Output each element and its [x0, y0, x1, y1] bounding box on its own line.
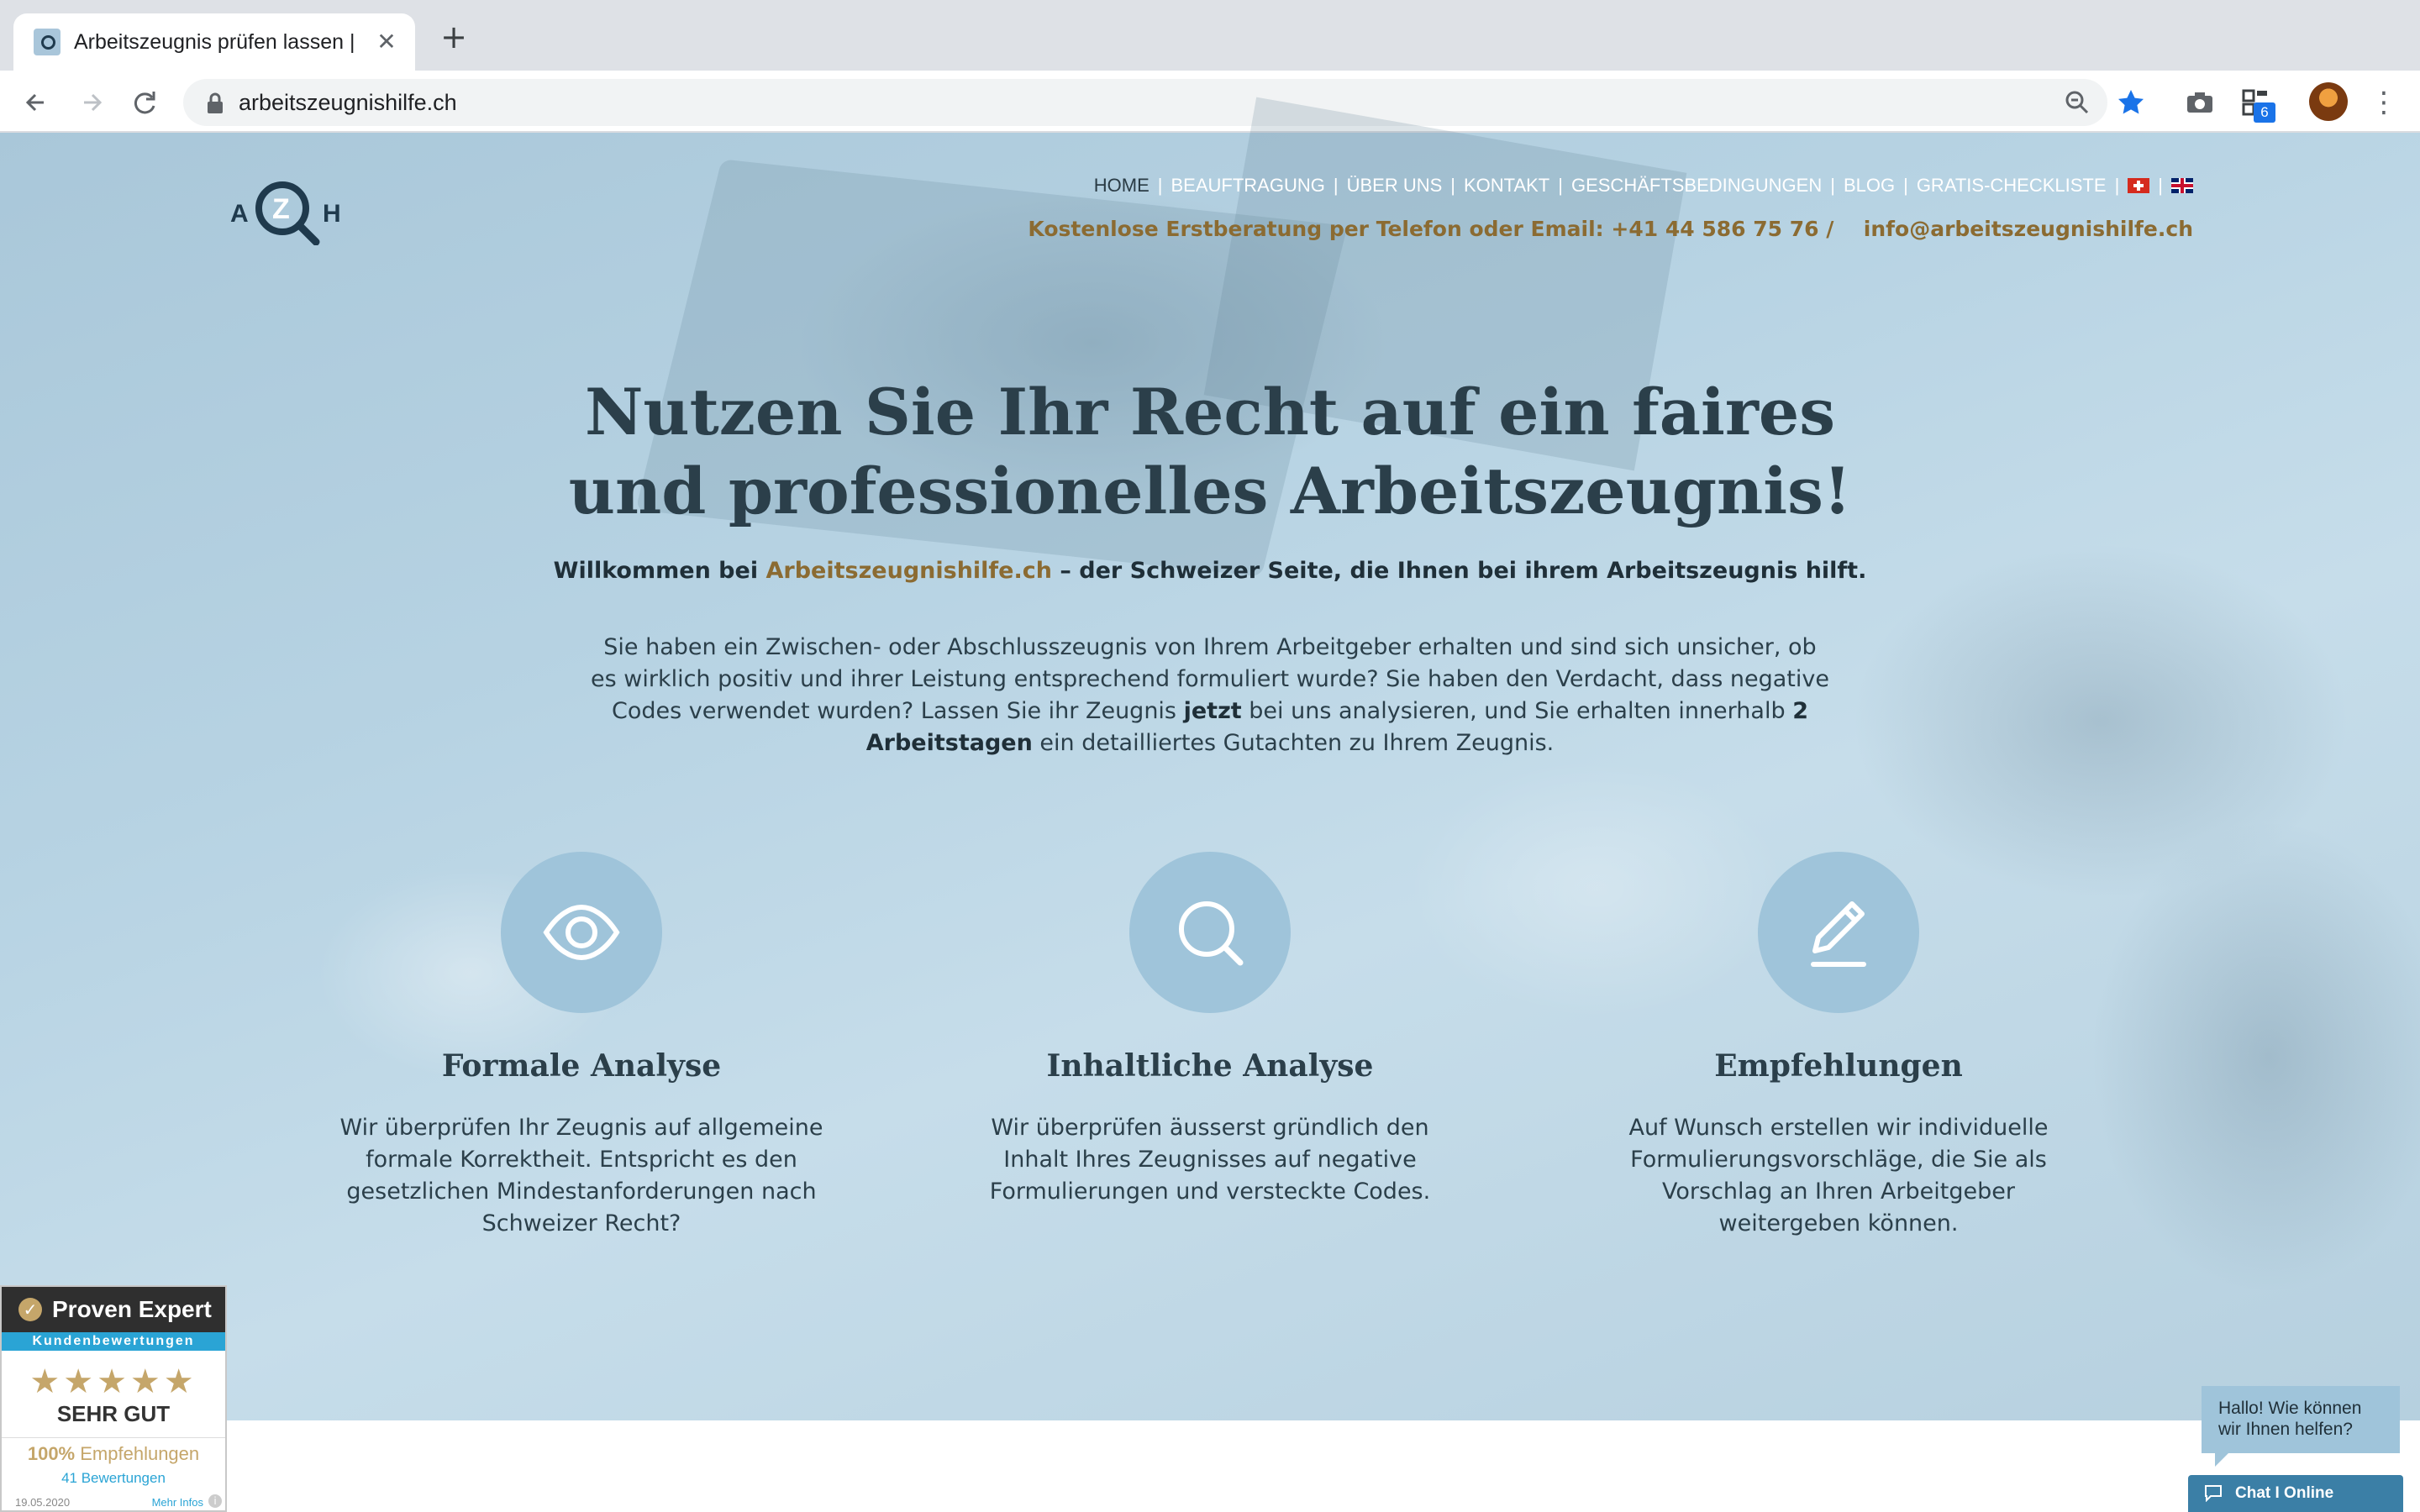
feature-title: Empfehlungen	[1714, 1048, 1963, 1084]
nav-item-beauftragung[interactable]: BEAUFTRAGUNG	[1171, 175, 1325, 197]
svg-text:H: H	[323, 200, 341, 228]
tab-title: Arbeitszeugnis prüfen lassen |	[74, 30, 355, 54]
provenexpert-widget[interactable]: ✓ Proven Expert Kundenbewertungen ★★★★★ …	[0, 1285, 227, 1512]
check-icon: ✓	[18, 1298, 42, 1321]
site-logo[interactable]: A Z H	[229, 170, 346, 245]
nav-separator: |	[2114, 175, 2120, 196]
nav-item-geschäftsbedingungen[interactable]: GESCHÄFTSBEDINGUNGEN	[1571, 175, 1822, 197]
feature-text: Wir überprüfen Ihr Zeugnis auf allgemein…	[339, 1115, 823, 1236]
camera-icon[interactable]	[2183, 86, 2217, 119]
feature-empfehlungen: Empfehlungen Auf Wunsch erstellen wir in…	[1570, 852, 2107, 1240]
uk-flag-icon[interactable]	[2171, 178, 2193, 193]
feature-title: Inhaltliche Analyse	[1046, 1048, 1374, 1084]
hero-title: Nutzen Sie Ihr Recht auf ein faires und …	[568, 375, 1852, 528]
feature-title: Formale Analyse	[441, 1048, 722, 1084]
nav-separator: |	[1903, 175, 1908, 196]
contact-line: Kostenlose Erstberatung per Telefon oder…	[1028, 217, 2193, 241]
intro-text-2: bei uns analysieren, und Sie erhalten in…	[1249, 698, 1786, 724]
svg-text:Z: Z	[272, 193, 290, 225]
rating-label: SEHR GUT	[56, 1401, 171, 1426]
svg-text:A: A	[230, 200, 249, 228]
forward-arrow-icon	[84, 93, 103, 112]
browser-menu-icon[interactable]: ⋮	[2370, 84, 2398, 121]
recommendation-line: 100% Empfehlungen	[2, 1443, 225, 1465]
contact-label: Kostenlose Erstberatung per Telefon oder…	[1028, 217, 1604, 241]
provenexpert-brand: Proven Expert	[52, 1296, 212, 1322]
intro-bold-1: jetzt	[1183, 698, 1242, 724]
chat-greeting-bubble[interactable]: Hallo! Wie können wir Ihnen helfen?	[2202, 1386, 2400, 1467]
eye-icon	[543, 904, 620, 961]
nav-item-kontakt[interactable]: KONTAKT	[1464, 175, 1549, 197]
url-text: arbeitszeugnishilfe.ch	[239, 90, 457, 115]
nav-item-home[interactable]: HOME	[1094, 175, 1150, 197]
zoom-icon[interactable]	[2062, 87, 2092, 118]
feature-icon-circle	[1758, 852, 1919, 1013]
feature-inhaltliche-analyse: Inhaltliche Analyse Wir überprüfen äusse…	[941, 852, 1479, 1208]
nav-separator: |	[1830, 175, 1835, 196]
nav-item-blog[interactable]: BLOG	[1844, 175, 1895, 197]
contact-phone[interactable]: +41 44 586 75 76 /	[1611, 217, 1833, 241]
intro-paragraph: Sie haben ein Zwischen- oder Abschlussze…	[588, 632, 1832, 759]
browser-tab[interactable]: Arbeitszeugnis prüfen lassen | ✕	[13, 13, 415, 71]
bookmark-star-icon[interactable]	[2116, 87, 2146, 118]
pencil-icon	[1811, 901, 1866, 967]
forward-button[interactable]	[72, 84, 109, 121]
browser-tab-bar: Arbeitszeugnis prüfen lassen | ✕ +	[0, 0, 2420, 71]
welcome-prefix: Willkommen bei	[553, 558, 759, 584]
review-date: 19.05.2020	[15, 1496, 71, 1509]
nav-separator: |	[1558, 175, 1563, 196]
nav-item-über-uns[interactable]: ÜBER UNS	[1347, 175, 1443, 197]
back-button[interactable]	[18, 84, 55, 121]
favicon-icon	[34, 29, 60, 55]
nav-separator: |	[1450, 175, 1455, 196]
chat-online-button[interactable]: Chat I Online	[2188, 1475, 2403, 1512]
contact-email[interactable]: info@arbeitszeugnishilfe.ch	[1864, 217, 2193, 241]
profile-avatar[interactable]	[2309, 82, 2348, 121]
rating-stars-icon: ★★★★★	[29, 1362, 197, 1401]
feature-text: Auf Wunsch erstellen wir individuelle Fo…	[1628, 1115, 2049, 1236]
feature-icon-circle	[501, 852, 662, 1013]
provenexpert-header: ✓ Proven Expert	[2, 1287, 225, 1332]
info-icon[interactable]: i	[208, 1494, 222, 1508]
feature-formale-analyse: Formale Analyse Wir überprüfen Ihr Zeugn…	[313, 852, 850, 1240]
more-info-link[interactable]: Mehr Infos	[152, 1496, 203, 1509]
feature-icon-circle	[1129, 852, 1291, 1013]
nav-item-gratis-checkliste[interactable]: GRATIS-CHECKLISTE	[1917, 175, 2107, 197]
extension-badge: 6	[2254, 102, 2275, 123]
browser-toolbar: arbeitszeugnishilfe.ch	[0, 71, 2420, 133]
chat-button-label: Chat I Online	[2235, 1484, 2334, 1502]
feature-text: Wir überprüfen äusserst gründlich den In…	[989, 1115, 1431, 1205]
tab-close-icon[interactable]: ✕	[373, 29, 400, 55]
reload-icon	[134, 92, 155, 114]
swiss-flag-icon[interactable]	[2128, 178, 2150, 193]
search-icon	[1179, 901, 1244, 966]
provenexpert-subtitle: Kundenbewertungen	[2, 1332, 225, 1351]
divider	[2, 1437, 225, 1438]
recommendation-percent: 100%	[27, 1443, 76, 1464]
intro-text-3: ein detailliertes Gutachten zu Ihrem Zeu…	[1039, 730, 1555, 756]
lock-icon	[208, 92, 223, 113]
hero-section: A Z H HOME | BEAUFTRAGUNG | ÜBER UNS | KONTAKT…	[0, 97, 2420, 1420]
provenexpert-footer: 19.05.2020 Mehr Infos i	[2, 1492, 225, 1509]
back-arrow-icon	[25, 93, 44, 112]
new-tab-button[interactable]: +	[437, 20, 471, 54]
welcome-brand-link[interactable]: Arbeitszeugnishilfe.ch	[765, 558, 1051, 584]
recommendation-label: Empfehlungen	[80, 1443, 200, 1464]
address-bar[interactable]: arbeitszeugnishilfe.ch	[183, 79, 2144, 126]
web-page: A Z H HOME | BEAUFTRAGUNG | ÜBER UNS | KONTAKT…	[0, 97, 2420, 1512]
chat-bubble-icon	[2205, 1485, 2222, 1502]
nav-separator: |	[1157, 175, 1163, 196]
welcome-line: Willkommen bei Arbeitszeugnishilfe.ch – …	[454, 558, 1966, 584]
review-count-link[interactable]: 41 Bewertungen	[2, 1470, 225, 1487]
welcome-suffix: – der Schweizer Seite, die Ihnen bei ihr…	[1060, 558, 1867, 584]
main-navigation: HOME | BEAUFTRAGUNG | ÜBER UNS | KONTAKT | GESCH…	[1094, 175, 2193, 197]
nav-separator: |	[1333, 175, 1339, 196]
nav-separator: |	[2158, 175, 2163, 196]
reload-button[interactable]	[126, 84, 163, 121]
